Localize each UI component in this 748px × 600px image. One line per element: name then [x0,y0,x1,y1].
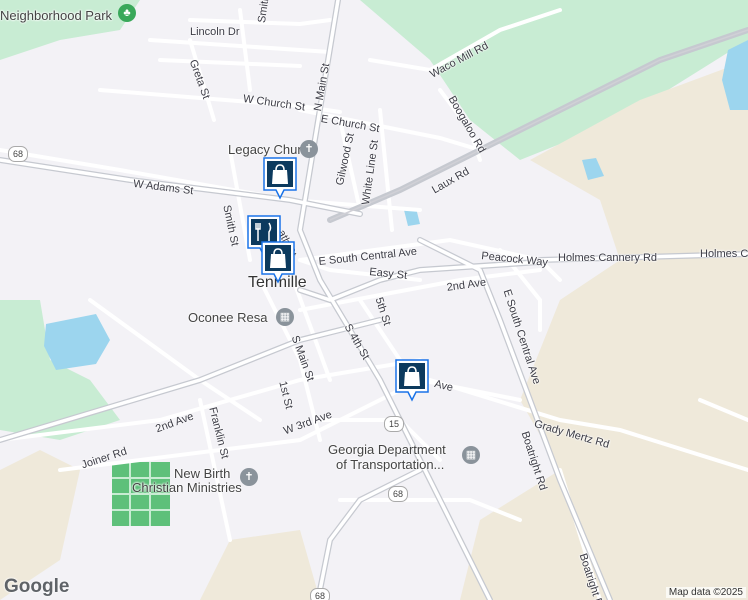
tree-icon[interactable]: ♣ [118,4,136,22]
gdot-name-line2[interactable]: of Transportation... [336,457,444,472]
shopping-marker[interactable] [262,156,298,200]
holmes-c-label: Holmes C [700,248,748,260]
lincoln-dr-label: Lincoln Dr [190,26,240,38]
building-icon[interactable]: ▦ [462,446,480,464]
building-icon[interactable]: ▦ [276,308,294,326]
route-68-west-shield: 68 [8,146,28,162]
google-logo: Google [4,576,70,597]
oconee-resa-label[interactable]: Oconee Resa [188,310,268,325]
shopping-marker[interactable] [260,240,296,284]
route-15-shield: 15 [384,416,404,432]
route-68-bottom-shield: 68 [310,588,330,600]
holmes-cannery-rd-label: Holmes Cannery Rd [558,252,658,264]
map-attribution[interactable]: Map data ©2025 [665,587,746,598]
route-68-south-shield: 68 [388,486,408,502]
gdot-name-line1[interactable]: Georgia Department [328,442,446,457]
map-canvas[interactable]: Neighborhood Park ♣ Lincoln Dr Smith Gre… [0,0,748,600]
shopping-marker[interactable] [394,358,430,402]
new-birth-line2[interactable]: Christian Ministries [132,480,242,495]
cross-icon[interactable]: ✝ [240,468,258,486]
cross-icon[interactable]: ✝ [300,140,318,158]
new-birth-line1[interactable]: New Birth [174,466,230,481]
neighborhood-park-label[interactable]: Neighborhood Park [0,8,112,23]
